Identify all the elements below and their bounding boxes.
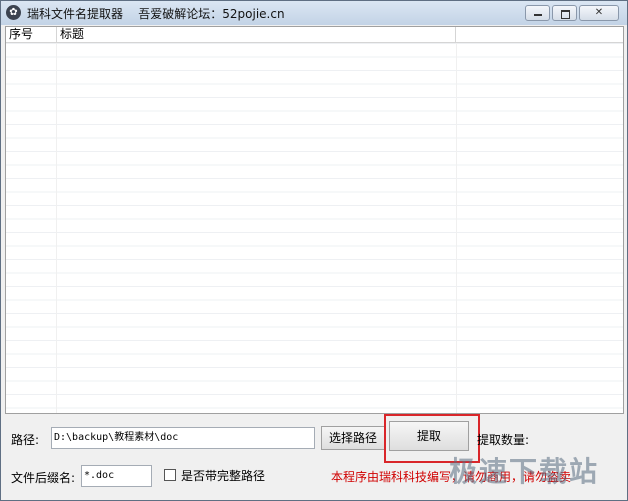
- maximize-icon: [561, 10, 570, 19]
- column-header-index[interactable]: 序号: [6, 27, 57, 42]
- list-header: 序号 标题: [6, 27, 623, 43]
- full-path-checkbox[interactable]: [164, 469, 176, 481]
- full-path-label[interactable]: 是否带完整路径: [181, 467, 265, 484]
- suffix-input[interactable]: *.doc: [81, 465, 152, 487]
- path-input[interactable]: D:\backup\教程素材\doc: [51, 427, 315, 449]
- file-list[interactable]: 序号 标题: [5, 26, 624, 414]
- list-body[interactable]: [6, 43, 623, 413]
- watermark-logo: 极速下载站: [449, 455, 600, 488]
- close-icon: ✕: [594, 7, 604, 18]
- column-divider: [456, 43, 457, 413]
- extract-count-label: 提取数量:: [477, 433, 530, 447]
- column-divider: [56, 43, 57, 413]
- maximize-button[interactable]: [552, 5, 577, 21]
- minimize-icon: [534, 14, 542, 16]
- suffix-label: 文件后缀名:: [11, 471, 76, 485]
- close-button[interactable]: ✕: [579, 5, 619, 21]
- extract-button[interactable]: 提取: [389, 421, 469, 451]
- path-label: 路径:: [11, 433, 40, 447]
- minimize-button[interactable]: [525, 5, 550, 21]
- window-controls: ✕: [525, 5, 619, 21]
- select-path-button[interactable]: 选择路径: [321, 426, 385, 450]
- app-window: ✿ 瑞科文件名提取器 吾爱破解论坛：52pojie.cn ✕ 序号 标题 路径:…: [0, 0, 628, 501]
- column-header-title[interactable]: 标题: [57, 27, 456, 42]
- title-bar[interactable]: ✿ 瑞科文件名提取器 吾爱破解论坛：52pojie.cn ✕: [1, 1, 627, 25]
- app-icon: ✿: [6, 5, 21, 20]
- window-title: 瑞科文件名提取器 吾爱破解论坛：52pojie.cn: [27, 7, 285, 21]
